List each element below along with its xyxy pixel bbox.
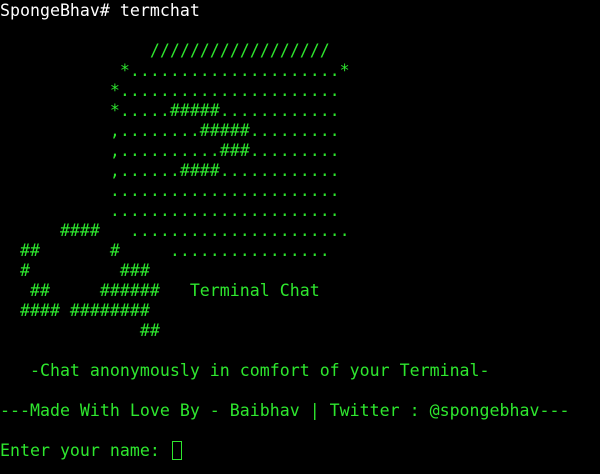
banner-line-8: ....................... <box>0 181 340 200</box>
banner-line-12: # ### <box>0 261 150 280</box>
banner-line-3: *...................... <box>0 81 340 100</box>
banner-line-10: #### ...................... <box>0 221 350 240</box>
banner-line-11: ## # ................ <box>0 241 330 260</box>
banner-line-14: #### ######## <box>0 301 150 320</box>
banner-line-15: ## <box>0 321 160 340</box>
banner-line-5: ,........#####......... <box>0 121 340 140</box>
banner-line-9: ....................... <box>0 201 340 220</box>
name-prompt-label: Enter your name: <box>0 441 170 460</box>
banner-line-1: ////////////////// <box>0 41 330 60</box>
tagline: -Chat anonymously in comfort of your Ter… <box>0 361 490 380</box>
banner-line-13: ## ###### Terminal Chat <box>0 281 320 300</box>
command-line: SpongeBhav# termchat <box>0 1 200 21</box>
banner-line-7: ,......####............ <box>0 161 340 180</box>
shell-prompt: SpongeBhav# <box>0 1 120 20</box>
terminal-window[interactable]: SpongeBhav# termchat ////////////////// … <box>0 0 600 474</box>
shell-command: termchat <box>119 1 200 20</box>
banner-line-4: *.....#####............ <box>0 101 340 120</box>
name-prompt-line[interactable]: Enter your name: <box>0 441 182 461</box>
banner-line-6: ,..........###......... <box>0 141 340 160</box>
text-cursor <box>171 441 182 460</box>
credits-line: ---Made With Love By - Baibhav | Twitter… <box>0 401 570 420</box>
banner-line-2: *.....................* <box>0 61 350 80</box>
